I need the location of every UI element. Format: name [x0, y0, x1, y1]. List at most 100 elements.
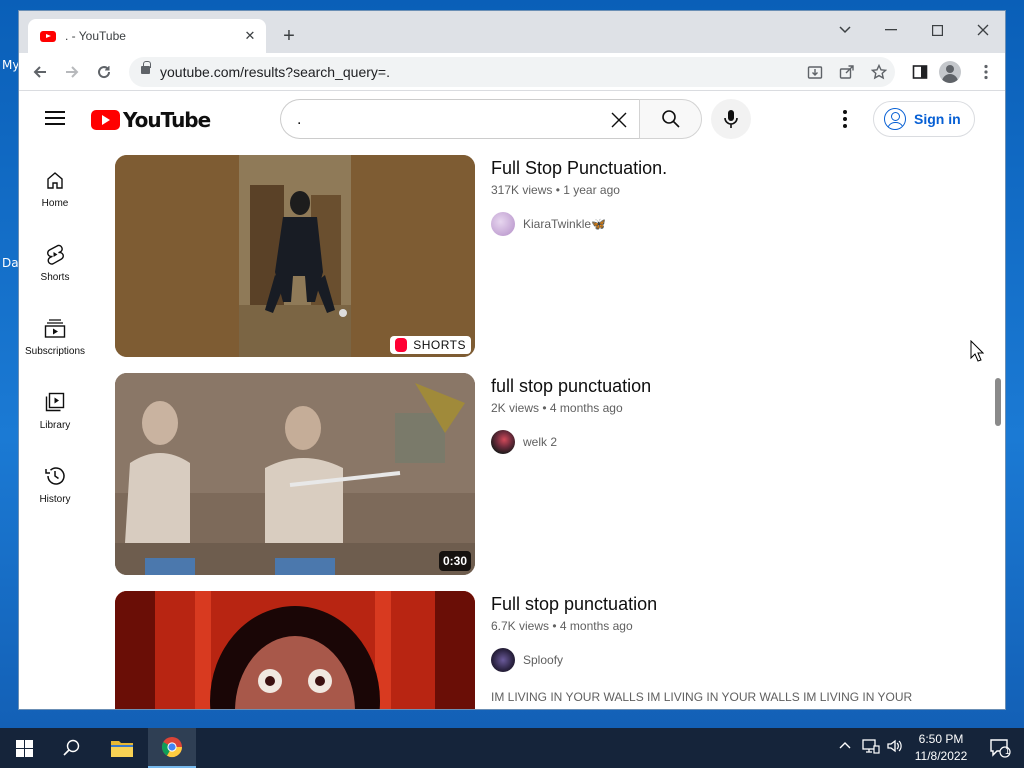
search-box [280, 99, 639, 139]
video-metadata: 317K views • 1 year ago [491, 183, 620, 197]
scrollbar-thumb[interactable] [995, 378, 1001, 426]
action-center-button[interactable]: 1 [976, 728, 1024, 768]
channel-link[interactable]: KiaraTwinkle🦋 [491, 212, 606, 236]
side-panel-icon[interactable] [907, 59, 933, 85]
guide-item-subscriptions[interactable]: Subscriptions [19, 303, 91, 377]
search-taskbar-button[interactable] [48, 728, 96, 768]
bookmark-star-icon[interactable] [867, 60, 891, 84]
settings-more-icon[interactable] [833, 107, 857, 131]
upload-age: 4 months ago [549, 401, 623, 415]
close-window-button[interactable] [960, 15, 1005, 45]
channel-name[interactable]: Sploofy [523, 653, 563, 667]
start-button[interactable] [0, 728, 48, 768]
video-thumbnail[interactable] [115, 591, 475, 709]
show-hidden-icons[interactable] [838, 738, 852, 753]
video-result[interactable]: 0:30 full stop punctuation 2K views • 4 … [115, 373, 975, 575]
guide-label: Subscriptions [24, 346, 86, 357]
video-result[interactable]: SHORTS Full Stop Punctuation. 317K views… [115, 155, 975, 357]
taskbar: 6:50 PM 11/8/2022 1 [0, 728, 1024, 768]
guide-item-library[interactable]: Library [19, 377, 91, 451]
youtube-play-icon [91, 110, 120, 130]
browser-window: . - YouTube ✕ + youtube.com/results?sear… [18, 10, 1006, 710]
notification-count: 1 [1005, 746, 1011, 756]
tab-title: . - YouTube [65, 29, 126, 43]
channel-link[interactable]: welk 2 [491, 430, 557, 454]
view-count: 6.7K views [491, 619, 550, 633]
chrome-taskbar-button[interactable] [148, 728, 196, 768]
chrome-icon [161, 737, 183, 758]
video-thumbnail[interactable]: SHORTS [115, 155, 475, 357]
url-text[interactable]: youtube.com/results?search_query=. [160, 64, 390, 80]
voice-search-button[interactable] [711, 99, 751, 139]
view-count: 317K views [491, 183, 553, 197]
clock-time: 6:50 PM [918, 732, 964, 746]
video-title[interactable]: full stop punctuation [491, 376, 961, 397]
sign-in-button[interactable]: Sign in [873, 101, 975, 137]
shorts-badge: SHORTS [390, 336, 471, 354]
clear-search-icon[interactable] [606, 107, 632, 133]
upload-age: 4 months ago [559, 619, 633, 633]
share-icon[interactable] [835, 60, 859, 84]
browser-toolbar: youtube.com/results?search_query=. [19, 53, 1005, 91]
tab-youtube[interactable]: . - YouTube ✕ [28, 19, 266, 53]
file-explorer-button[interactable] [98, 728, 146, 768]
search-input[interactable] [297, 109, 597, 131]
install-app-icon[interactable] [803, 60, 827, 84]
youtube-logo-text: YouTube [123, 108, 211, 132]
guide-item-home[interactable]: Home [19, 155, 91, 229]
microphone-icon [724, 110, 738, 128]
subscriptions-icon [43, 316, 67, 340]
channel-avatar[interactable] [491, 212, 515, 236]
video-metadata: 6.7K views • 4 months ago [491, 619, 633, 633]
maximize-button[interactable] [914, 15, 960, 45]
sign-in-label: Sign in [914, 111, 961, 127]
library-icon [43, 390, 67, 414]
address-bar[interactable]: youtube.com/results?search_query=. [129, 57, 895, 87]
guide-item-shorts[interactable]: Shorts [19, 229, 91, 303]
windows-logo-icon [15, 739, 33, 757]
search-icon [661, 110, 680, 128]
guide-item-history[interactable]: History [19, 451, 91, 525]
video-title[interactable]: Full stop punctuation [491, 594, 961, 615]
channel-avatar[interactable] [491, 648, 515, 672]
folder-icon [111, 741, 133, 757]
channel-name[interactable]: KiaraTwinkle🦋 [523, 217, 606, 231]
channel-name[interactable]: welk 2 [523, 435, 557, 449]
tab-search-button[interactable] [822, 15, 868, 45]
history-icon [43, 464, 67, 488]
clock-date: 11/8/2022 [914, 749, 968, 763]
video-title[interactable]: Full Stop Punctuation. [491, 158, 961, 179]
profile-avatar-icon[interactable] [939, 61, 961, 83]
upload-age: 1 year ago [563, 183, 620, 197]
desktop-icon-label-2[interactable]: Da [2, 256, 19, 270]
video-description: IM LIVING IN YOUR WALLS IM LIVING IN YOU… [491, 690, 913, 709]
back-button[interactable] [27, 59, 53, 85]
network-icon[interactable] [862, 738, 880, 757]
view-count: 2K views [491, 401, 540, 415]
shorts-logo-icon [395, 338, 408, 352]
reload-button[interactable] [91, 59, 117, 85]
new-tab-button[interactable]: + [277, 24, 301, 48]
shorts-badge-text: SHORTS [413, 338, 466, 352]
video-thumbnail[interactable]: 0:30 [115, 373, 475, 575]
lock-icon[interactable] [141, 61, 151, 74]
search-button[interactable] [639, 99, 702, 139]
chrome-menu-icon[interactable] [973, 59, 999, 85]
volume-icon[interactable] [886, 738, 902, 757]
duration-badge: 0:30 [438, 551, 471, 571]
forward-button[interactable] [59, 59, 85, 85]
hamburger-menu-icon[interactable] [45, 111, 65, 125]
clock[interactable]: 6:50 PM 11/8/2022 [910, 731, 972, 765]
mouse-cursor-icon [970, 339, 985, 367]
channel-avatar[interactable] [491, 430, 515, 454]
guide-label: Library [39, 420, 71, 431]
desktop-icon-label-1[interactable]: My [2, 58, 19, 72]
video-result[interactable]: Full stop punctuation 6.7K views • 4 mon… [115, 591, 975, 709]
youtube-logo[interactable]: YouTube [91, 108, 211, 132]
tab-close-button[interactable]: ✕ [240, 26, 260, 46]
channel-link[interactable]: Sploofy [491, 648, 563, 672]
account-icon [884, 108, 906, 130]
search-icon [63, 739, 80, 756]
guide-label: Home [41, 198, 69, 209]
minimize-button[interactable] [868, 15, 914, 45]
